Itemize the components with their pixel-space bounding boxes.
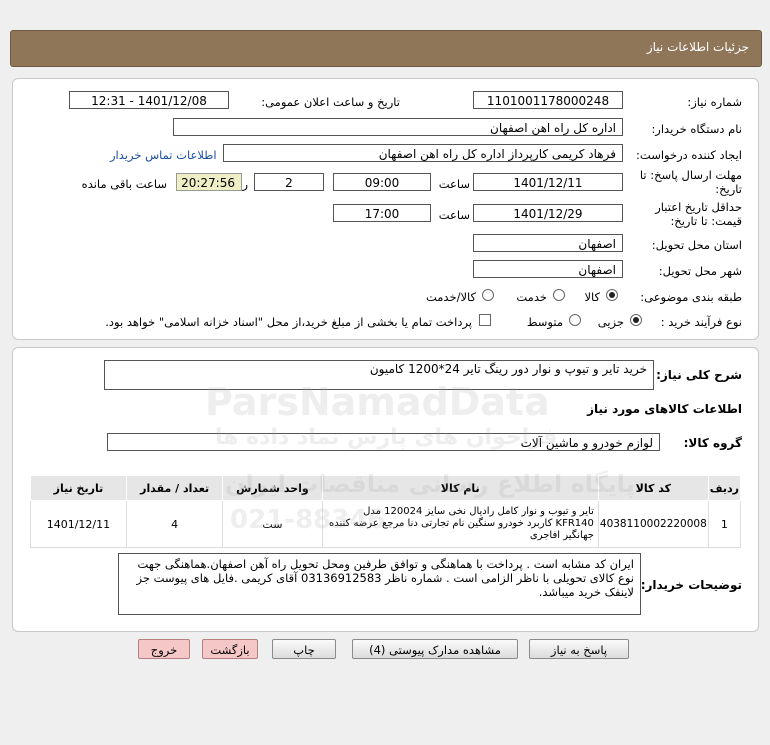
creator-label: ایجاد کننده درخواست: xyxy=(636,148,742,162)
cell-row: 1 xyxy=(707,500,742,548)
remaining-time-field: 20:27:56 xyxy=(176,173,242,191)
announce-date-label: تاریخ و ساعت اعلان عمومی: xyxy=(261,95,400,109)
validity-label-line1: حداقل تاریخ اعتبار xyxy=(655,200,742,214)
province-label: استان محل تحویل: xyxy=(651,238,742,252)
remaining-label: ساعت باقی مانده xyxy=(81,177,167,191)
deadline-label-line1: مهلت ارسال پاسخ: تا xyxy=(639,168,742,182)
goods-table-header: ردیف کد کالا نام کالا واحد شمارش تعداد /… xyxy=(30,475,742,501)
col-row: ردیف xyxy=(707,475,742,501)
goods-group-field: لوازم خودرو و ماشین آلات xyxy=(107,433,660,451)
category-radio-goods[interactable] xyxy=(606,289,618,301)
table-row: 1 4038110002220008 تایر و تیوب و نوار کا… xyxy=(30,500,742,548)
goods-table: ردیف کد کالا نام کالا واحد شمارش تعداد /… xyxy=(30,475,742,548)
treasury-payment-checkbox[interactable] xyxy=(479,314,491,326)
process-radio-medium[interactable] xyxy=(569,314,581,326)
deadline-date-field: 1401/12/11 xyxy=(473,173,623,191)
deadline-label-line2: تاریخ: xyxy=(715,182,742,196)
validity-time-field: 17:00 xyxy=(333,204,431,222)
category-option-goods-service: کالا/خدمت xyxy=(425,290,476,304)
buyer-notes-label: توضیحات خریدار: xyxy=(640,578,742,592)
buyer-contact-link[interactable]: اطلاعات تماس خریدار xyxy=(110,148,217,162)
treasury-payment-note: پرداخت تمام یا بخشی از مبلغ خرید،از محل … xyxy=(105,315,472,329)
cell-unit: ست xyxy=(222,500,323,548)
col-qty: تعداد / مقدار xyxy=(125,475,224,501)
cell-qty: 4 xyxy=(125,500,224,548)
col-code: کد کالا xyxy=(597,475,709,501)
print-button[interactable]: چاپ xyxy=(272,639,336,659)
validity-time-label: ساعت xyxy=(438,208,470,222)
reply-button[interactable]: پاسخ به نیاز xyxy=(529,639,629,659)
city-label: شهر محل تحویل: xyxy=(658,264,742,278)
process-label: نوع فرآیند خرید : xyxy=(660,315,742,329)
category-option-service: خدمت xyxy=(516,290,547,304)
summary-field: خرید تایر و تیوپ و نوار دور رینگ تایر 24… xyxy=(104,360,654,390)
remaining-days-field: 2 xyxy=(254,173,324,191)
province-field: اصفهان xyxy=(473,234,623,252)
deadline-time-label: ساعت xyxy=(438,177,470,191)
process-radio-minor[interactable] xyxy=(630,314,642,326)
page-title: جزئیات اطلاعات نیاز xyxy=(646,40,749,54)
category-radio-goods-service[interactable] xyxy=(482,289,494,301)
need-number-label: شماره نیاز: xyxy=(687,95,742,109)
process-option-medium: متوسط xyxy=(526,315,563,329)
category-radio-service[interactable] xyxy=(553,289,565,301)
announce-date-field: 1401/12/08 - 12:31 xyxy=(69,91,229,109)
goods-section-title: اطلاعات کالاهای مورد نیاز xyxy=(587,402,742,416)
city-field: اصفهان xyxy=(473,260,623,278)
page-header: جزئیات اطلاعات نیاز xyxy=(10,30,762,67)
category-option-goods: کالا xyxy=(584,290,600,304)
validity-date-field: 1401/12/29 xyxy=(473,204,623,222)
col-date: تاریخ نیاز xyxy=(30,475,127,501)
back-button[interactable]: بازگشت xyxy=(202,639,258,659)
col-name: نام کالا xyxy=(321,475,599,501)
deadline-time-field: 09:00 xyxy=(333,173,431,191)
buyer-org-label: نام دستگاه خریدار: xyxy=(651,122,742,136)
cell-name: تایر و تیوب و نوار کامل رادیال نخی سایز … xyxy=(321,500,599,548)
exit-button[interactable]: خروج xyxy=(138,639,190,659)
process-option-minor: جزیی xyxy=(597,315,624,329)
need-number-field: 1101001178000248 xyxy=(473,91,623,109)
cell-code: 4038110002220008 xyxy=(597,500,709,548)
attachments-button[interactable]: مشاهده مدارک پیوستی (4) xyxy=(352,639,518,659)
buyer-org-field: اداره کل راه اهن اصفهان xyxy=(173,118,623,136)
creator-field: فرهاد کریمی کارپرداز اداره کل راه اهن اص… xyxy=(223,144,623,162)
col-unit: واحد شمارش xyxy=(222,475,323,501)
cell-date: 1401/12/11 xyxy=(30,500,127,548)
validity-label-line2: قیمت: تا تاریخ: xyxy=(670,214,742,228)
buyer-notes-field: ایران کد مشابه است . پرداخت با هماهنگی و… xyxy=(118,553,641,615)
category-label: طبقه بندی موضوعی: xyxy=(640,290,742,304)
summary-label: شرح کلی نیاز: xyxy=(656,368,742,382)
goods-group-label: گروه کالا: xyxy=(683,436,742,450)
